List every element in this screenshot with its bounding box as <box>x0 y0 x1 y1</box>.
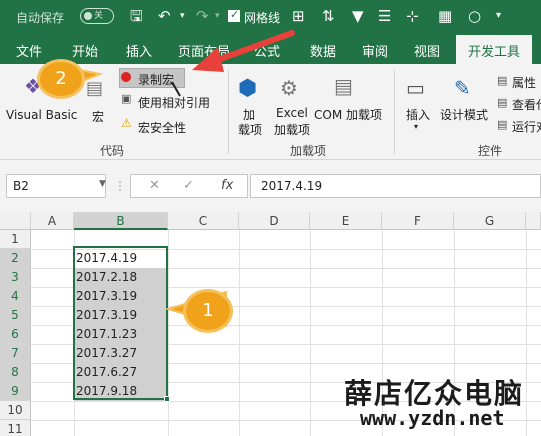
red-arrow-shaft <box>209 30 295 65</box>
watermark-url: www.yzdn.net <box>360 406 505 430</box>
annotation-arrows <box>58 30 295 328</box>
callout-badge-2: 2 <box>40 62 82 96</box>
cursor-icon <box>171 81 181 97</box>
callout-badge-1: 1 <box>186 292 230 330</box>
red-arrow-head <box>192 47 224 72</box>
